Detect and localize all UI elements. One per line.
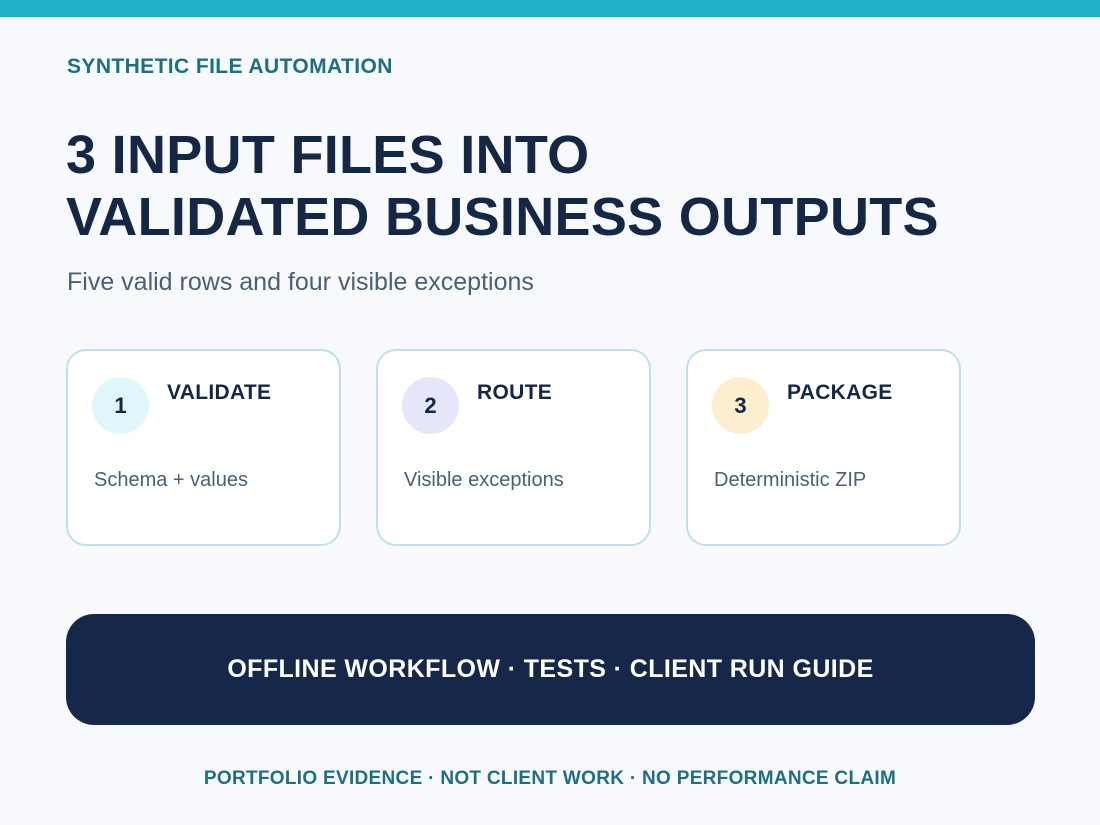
- subtitle: Five valid rows and four visible excepti…: [67, 268, 534, 296]
- step-description: Visible exceptions: [404, 469, 564, 491]
- deliverables-banner: OFFLINE WORKFLOW · TESTS · CLIENT RUN GU…: [66, 614, 1035, 725]
- step-number-badge: 1: [92, 377, 149, 434]
- eyebrow-label: SYNTHETIC FILE AUTOMATION: [67, 55, 393, 78]
- banner-text: OFFLINE WORKFLOW · TESTS · CLIENT RUN GU…: [227, 655, 874, 683]
- step-title: ROUTE: [477, 381, 552, 404]
- step-description: Schema + values: [94, 469, 248, 491]
- step-title: PACKAGE: [787, 381, 893, 404]
- headline-line-2: VALIDATED BUSINESS OUTPUTS: [66, 187, 939, 247]
- step-number-badge: 2: [402, 377, 459, 434]
- headline-line-1: 3 INPUT FILES INTO: [66, 125, 590, 185]
- page: SYNTHETIC FILE AUTOMATION 3 INPUT FILES …: [0, 0, 1100, 825]
- step-title: VALIDATE: [167, 381, 272, 404]
- step-card-route: 2 ROUTE Visible exceptions: [376, 349, 651, 546]
- step-card-validate: 1 VALIDATE Schema + values: [66, 349, 341, 546]
- footer-disclaimer: PORTFOLIO EVIDENCE · NOT CLIENT WORK · N…: [203, 768, 897, 789]
- headline: 3 INPUT FILES INTO VALIDATED BUSINESS OU…: [66, 124, 939, 248]
- top-accent-bar: [0, 0, 1100, 17]
- step-number-badge: 3: [712, 377, 769, 434]
- step-card-package: 3 PACKAGE Deterministic ZIP: [686, 349, 961, 546]
- step-description: Deterministic ZIP: [714, 469, 867, 491]
